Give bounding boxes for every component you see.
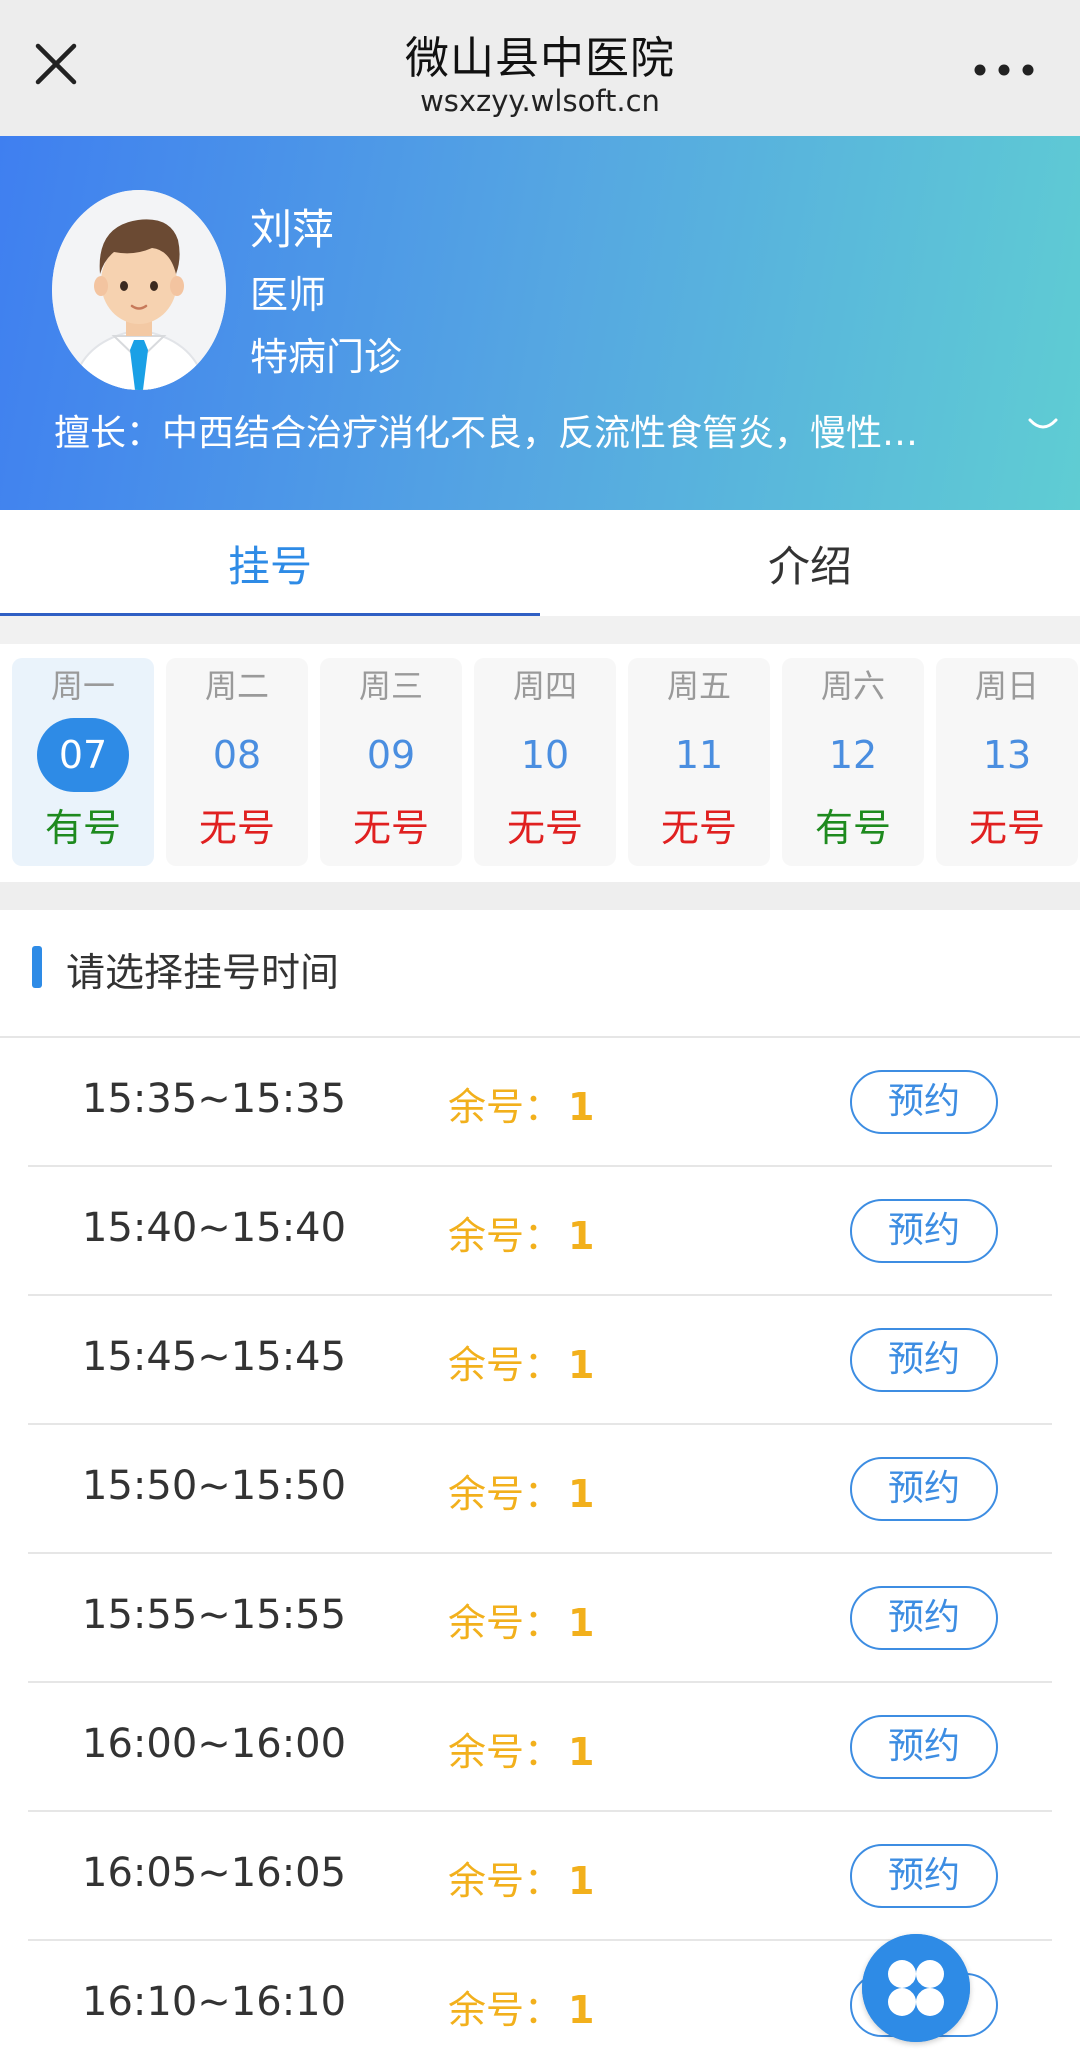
remain-label: 余号： — [448, 1214, 563, 1258]
day-status: 有号 — [814, 806, 891, 850]
day-item-sun[interactable]: 周日 13 无号 — [936, 658, 1078, 866]
chevron-down-icon[interactable] — [1026, 414, 1060, 438]
doctor-department: 特病门诊 — [250, 335, 403, 379]
remain-count: 1 — [568, 1601, 595, 1645]
day-weekday: 周三 — [358, 667, 423, 705]
day-status: 无号 — [352, 806, 429, 850]
remain-count: 1 — [568, 1085, 595, 1129]
day-weekday: 周二 — [204, 667, 269, 705]
book-button[interactable]: 预约 — [850, 1328, 998, 1392]
day-status: 有号 — [44, 806, 121, 850]
day-date: 13 — [982, 733, 1032, 777]
four-petal-menu-icon — [862, 1934, 970, 2042]
slot-time: 16:00~16:00 — [82, 1721, 347, 1767]
slot-remaining: 余号： 1 — [448, 1334, 594, 1389]
remain-label: 余号： — [448, 1085, 563, 1129]
book-button[interactable]: 预约 — [850, 1199, 998, 1263]
remain-count: 1 — [568, 1214, 595, 1258]
day-date: 11 — [674, 733, 724, 777]
remain-label: 余号： — [448, 1730, 563, 1774]
day-status: 无号 — [660, 806, 737, 850]
divider — [0, 616, 1080, 644]
page-domain: wsxzyy.wlsoft.cn — [420, 84, 660, 118]
date-selector: 周一 07 有号 周二 08 无号 周三 09 无号 周四 10 无号 周五 1… — [0, 644, 1080, 886]
time-slot-row: 15:55~15:55 余号： 1 预约 — [28, 1554, 1052, 1683]
slot-remaining: 余号： 1 — [448, 1721, 594, 1776]
slot-remaining: 余号： 1 — [448, 1205, 594, 1260]
remain-count: 1 — [568, 1988, 595, 2032]
section-accent-bar — [32, 946, 42, 988]
day-status: 无号 — [506, 806, 583, 850]
slot-time: 15:50~15:50 — [82, 1463, 347, 1509]
slot-time: 15:35~15:35 — [82, 1076, 347, 1122]
day-date: 07 — [37, 718, 129, 792]
day-weekday: 周五 — [666, 667, 731, 705]
day-item-thu[interactable]: 周四 10 无号 — [474, 658, 616, 866]
remain-label: 余号： — [448, 1859, 563, 1903]
day-weekday: 周六 — [820, 667, 885, 705]
time-slot-list: 15:35~15:35 余号： 1 预约 15:40~15:40 余号： 1 预约 … — [0, 1038, 1080, 2055]
time-slot-row: 15:40~15:40 余号： 1 预约 — [28, 1167, 1052, 1296]
more-dots-icon[interactable] — [968, 50, 1040, 90]
book-button[interactable]: 预约 — [850, 1070, 998, 1134]
day-status: 无号 — [968, 806, 1045, 850]
tab-introduction[interactable]: 介绍 — [540, 510, 1080, 616]
day-weekday: 周日 — [974, 667, 1039, 705]
book-button[interactable]: 预约 — [850, 1844, 998, 1908]
day-weekday: 周四 — [512, 667, 577, 705]
book-button[interactable]: 预约 — [850, 1715, 998, 1779]
slot-remaining: 余号： 1 — [448, 1463, 594, 1518]
doctor-avatar — [52, 190, 226, 390]
slot-time: 15:40~15:40 — [82, 1205, 347, 1251]
remain-count: 1 — [568, 1730, 595, 1774]
remain-count: 1 — [568, 1859, 595, 1903]
day-date: 09 — [366, 733, 416, 777]
remain-count: 1 — [568, 1343, 595, 1387]
doctor-title: 医师 — [250, 273, 327, 317]
day-date: 08 — [212, 733, 262, 777]
slot-time: 15:45~15:45 — [82, 1334, 347, 1380]
time-slot-row: 15:35~15:35 余号： 1 预约 — [28, 1038, 1052, 1167]
divider — [0, 882, 1080, 910]
doctor-specialty: 擅长：中西结合治疗消化不良，反流性食管炎，慢性… — [54, 413, 919, 454]
slot-remaining: 余号： 1 — [448, 1979, 594, 2034]
slot-remaining: 余号： 1 — [448, 1076, 594, 1131]
time-slot-row: 15:45~15:45 余号： 1 预约 — [28, 1296, 1052, 1425]
time-section-header: 请选择挂号时间 — [0, 910, 1080, 1038]
day-item-tue[interactable]: 周二 08 无号 — [166, 658, 308, 866]
book-button[interactable]: 预约 — [850, 1586, 998, 1650]
time-slot-row: 15:50~15:50 余号： 1 预约 — [28, 1425, 1052, 1554]
top-navbar: 微山县中医院 wsxzyy.wlsoft.cn — [0, 0, 1080, 136]
remain-label: 余号： — [448, 1343, 563, 1387]
remain-label: 余号： — [448, 1601, 563, 1645]
doctor-profile-header: 刘萍 医师 特病门诊 擅长：中西结合治疗消化不良，反流性食管炎，慢性… — [0, 136, 1080, 510]
slot-remaining: 余号： 1 — [448, 1592, 594, 1647]
slot-remaining: 余号： 1 — [448, 1850, 594, 1905]
tab-registration[interactable]: 挂号 — [0, 510, 540, 616]
day-status: 无号 — [198, 806, 275, 850]
book-button[interactable]: 预约 — [850, 1457, 998, 1521]
slot-time: 16:10~16:10 — [82, 1979, 347, 2025]
page-title: 微山县中医院 — [405, 33, 675, 84]
day-date: 10 — [520, 733, 570, 777]
tab-bar: 挂号 介绍 — [0, 510, 1080, 616]
time-slot-row: 16:00~16:00 余号： 1 预约 — [28, 1683, 1052, 1812]
day-weekday: 周一 — [50, 667, 115, 705]
day-item-wed[interactable]: 周三 09 无号 — [320, 658, 462, 866]
day-item-mon[interactable]: 周一 07 有号 — [12, 658, 154, 866]
day-item-sat[interactable]: 周六 12 有号 — [782, 658, 924, 866]
page: 微山县中医院 wsxzyy.wlsoft.cn 刘萍 医师 特病门诊 擅长：中西… — [0, 0, 1080, 2055]
day-date: 12 — [828, 733, 878, 777]
remain-label: 余号： — [448, 1988, 563, 2032]
doctor-name: 刘萍 — [250, 205, 335, 254]
slot-time: 15:55~15:55 — [82, 1592, 347, 1638]
section-title: 请选择挂号时间 — [66, 951, 340, 996]
remain-count: 1 — [568, 1472, 595, 1516]
day-item-fri[interactable]: 周五 11 无号 — [628, 658, 770, 866]
time-slot-row: 16:05~16:05 余号： 1 预约 — [28, 1812, 1052, 1941]
floating-menu-button[interactable] — [862, 1934, 970, 2042]
slot-time: 16:05~16:05 — [82, 1850, 347, 1896]
remain-label: 余号： — [448, 1472, 563, 1516]
